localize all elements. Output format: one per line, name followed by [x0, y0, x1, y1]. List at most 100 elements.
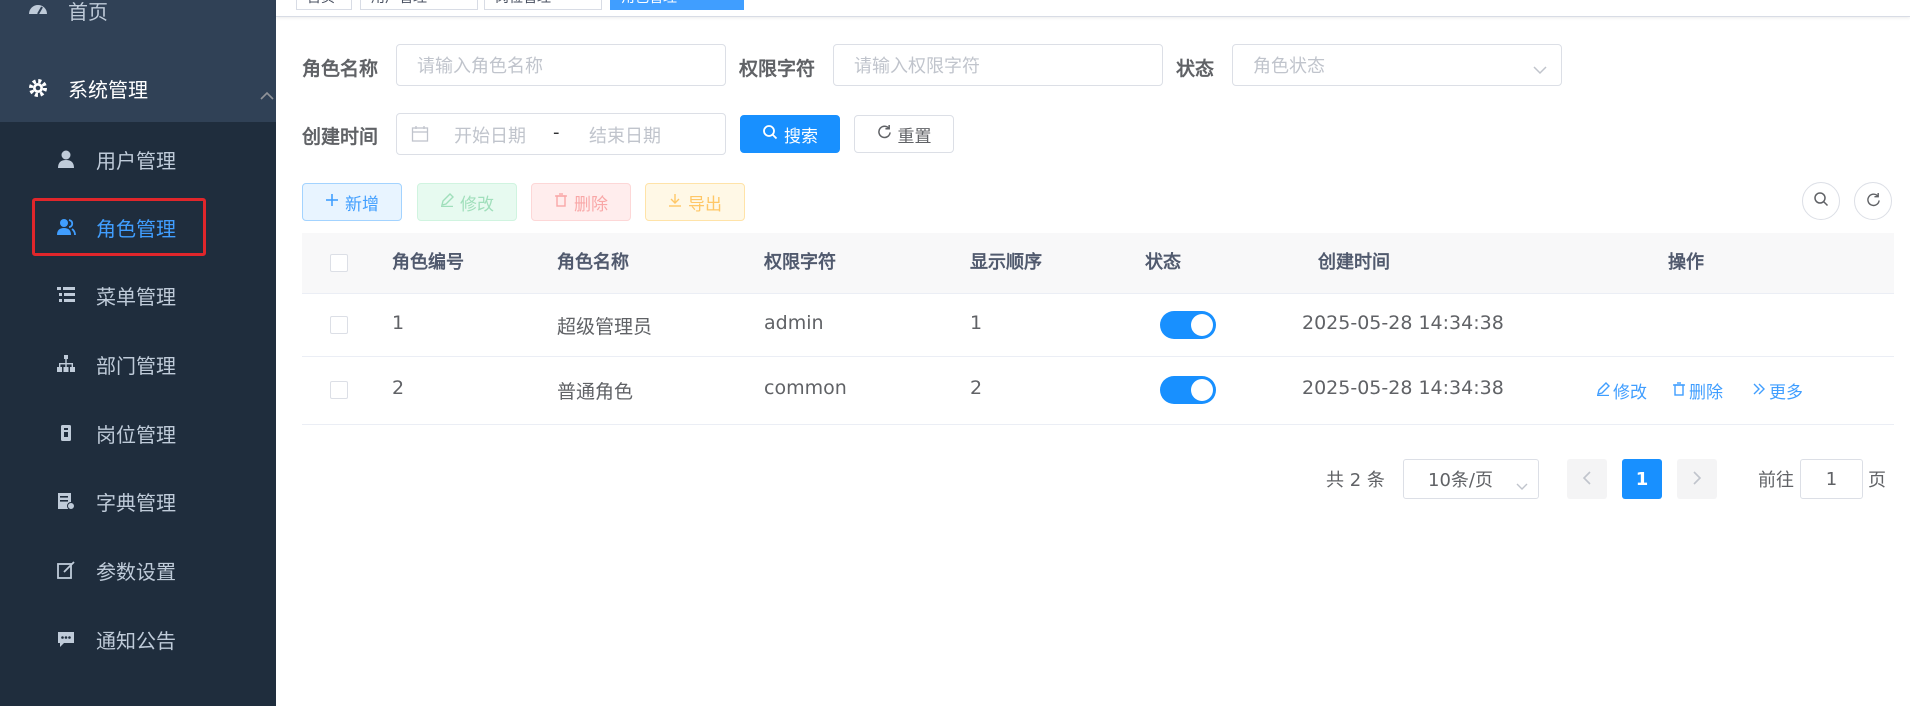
- row-edit-link[interactable]: 修改: [1596, 378, 1647, 403]
- next-page-button[interactable]: [1677, 459, 1717, 499]
- sidebar-item-menu[interactable]: 菜单管理: [0, 267, 276, 323]
- cell-create-time: 2025-05-28 14:34:38: [1302, 377, 1504, 399]
- cell-role-name: 超级管理员: [557, 316, 653, 338]
- row-more-link[interactable]: 更多: [1752, 378, 1803, 403]
- row-delete-link[interactable]: 删除: [1672, 378, 1723, 403]
- search-button[interactable]: 搜索: [740, 115, 840, 153]
- row-more-label: 更多: [1769, 383, 1803, 403]
- sidebar-item-label: 系统管理: [68, 77, 148, 102]
- sidebar-item-label: 参数设置: [96, 559, 176, 584]
- page-size-value: 10条/页: [1428, 470, 1493, 491]
- tag-home[interactable]: 首页: [296, 0, 352, 10]
- sidebar-item-home[interactable]: 首页: [0, 0, 276, 38]
- chevron-up-icon: [260, 82, 274, 106]
- export-button[interactable]: 导出: [645, 183, 745, 221]
- refresh-icon: [1866, 192, 1881, 211]
- post-icon: [54, 421, 78, 445]
- sidebar-item-label: 部门管理: [96, 353, 176, 378]
- chevron-right-icon: [1692, 469, 1702, 490]
- pagination-total: 共 2 条: [1326, 470, 1385, 491]
- header-role-key: 权限字符: [764, 252, 836, 273]
- role-key-input[interactable]: 请输入权限字符: [833, 44, 1163, 86]
- plus-icon: [325, 192, 339, 212]
- page-number-current[interactable]: 1: [1622, 459, 1662, 499]
- search-icon: [762, 124, 778, 145]
- sidebar-item-label: 岗位管理: [96, 422, 176, 447]
- sidebar-item-label: 通知公告: [96, 628, 176, 653]
- reset-button[interactable]: 重置: [854, 115, 954, 153]
- sidebar-item-system[interactable]: 系统管理: [0, 60, 276, 116]
- tag-role[interactable]: 角色管理: [610, 0, 744, 10]
- tree-table-icon: [54, 283, 78, 307]
- header-status: 状态: [1145, 252, 1181, 273]
- date-range-picker[interactable]: 开始日期 - 结束日期: [396, 113, 726, 155]
- delete-icon: [554, 192, 568, 212]
- prev-page-button[interactable]: [1567, 459, 1607, 499]
- reset-button-label: 重置: [897, 126, 932, 147]
- cell-sort: 1: [970, 312, 983, 334]
- download-icon: [668, 192, 682, 212]
- row-checkbox[interactable]: [330, 316, 348, 334]
- header-create-time: 创建时间: [1318, 252, 1390, 273]
- status-switch[interactable]: [1160, 311, 1216, 339]
- tag-user[interactable]: 用户管理: [360, 0, 478, 10]
- cell-role-name: 普通角色: [557, 381, 634, 403]
- status-select[interactable]: 角色状态: [1232, 44, 1562, 86]
- row-checkbox[interactable]: [330, 381, 348, 399]
- edit-button[interactable]: 修改: [417, 183, 517, 221]
- gear-icon: [26, 76, 50, 100]
- add-button-label: 新增: [345, 194, 379, 215]
- add-button[interactable]: 新增: [302, 183, 402, 221]
- toggle-search-button[interactable]: [1802, 182, 1840, 220]
- sidebar-item-label: 用户管理: [96, 148, 176, 173]
- sidebar-item-label: 首页: [68, 0, 108, 24]
- search-icon: [1813, 191, 1829, 211]
- edit-icon: [54, 558, 78, 582]
- page-size-select[interactable]: 10条/页: [1403, 459, 1539, 499]
- select-all-checkbox[interactable]: [330, 254, 348, 272]
- sidebar-item-notice[interactable]: 通知公告: [0, 611, 276, 667]
- calendar-icon: [411, 125, 429, 148]
- row-delete-label: 删除: [1689, 383, 1723, 403]
- table-row: 1 超级管理员 admin 1 2025-05-28 14:34:38: [302, 294, 1894, 357]
- edit-icon: [1596, 381, 1610, 401]
- refresh-table-button[interactable]: [1854, 182, 1892, 220]
- page-suffix: 页: [1868, 470, 1886, 491]
- dashboard-icon: [26, 0, 50, 22]
- delete-button-label: 删除: [574, 194, 608, 215]
- range-separator: -: [553, 122, 560, 143]
- tag-post[interactable]: 岗位管理: [484, 0, 602, 10]
- delete-icon: [1672, 381, 1686, 401]
- status-placeholder: 角色状态: [1253, 56, 1325, 77]
- status-switch[interactable]: [1160, 376, 1216, 404]
- edit-icon: [440, 192, 454, 212]
- refresh-icon: [877, 124, 892, 144]
- role-name-input[interactable]: 请输入角色名称: [396, 44, 726, 86]
- sidebar-item-dict[interactable]: 字典管理: [0, 473, 276, 529]
- role-name-placeholder: 请输入角色名称: [417, 56, 543, 77]
- message-icon: [54, 627, 78, 651]
- tags-view-bar: 首页 用户管理 岗位管理 角色管理: [276, 0, 1910, 17]
- delete-button[interactable]: 删除: [531, 183, 631, 221]
- table-row: 2 普通角色 common 2 2025-05-28 14:34:38 修改 删…: [302, 357, 1894, 425]
- cell-role-id: 1: [392, 312, 405, 334]
- header-role-id: 角色编号: [392, 252, 464, 273]
- chevron-down-icon: [1516, 475, 1528, 496]
- tree-icon: [54, 352, 78, 376]
- edit-button-label: 修改: [460, 194, 494, 215]
- chevron-down-icon: [1533, 59, 1547, 80]
- sidebar-item-user[interactable]: 用户管理: [0, 131, 276, 187]
- sidebar-item-post[interactable]: 岗位管理: [0, 405, 276, 461]
- end-date-placeholder: 结束日期: [589, 126, 661, 147]
- sidebar-item-config[interactable]: 参数设置: [0, 542, 276, 598]
- highlight-annotation: [32, 198, 206, 256]
- start-date-placeholder: 开始日期: [454, 126, 526, 147]
- user-icon: [54, 147, 78, 171]
- goto-label: 前往: [1758, 470, 1794, 491]
- cell-create-time: 2025-05-28 14:34:38: [1302, 312, 1504, 334]
- sidebar-item-label: 菜单管理: [96, 284, 176, 309]
- goto-page-input[interactable]: 1: [1800, 459, 1863, 499]
- sidebar-item-dept[interactable]: 部门管理: [0, 336, 276, 392]
- header-sort: 显示顺序: [970, 252, 1042, 273]
- search-button-label: 搜索: [784, 126, 818, 147]
